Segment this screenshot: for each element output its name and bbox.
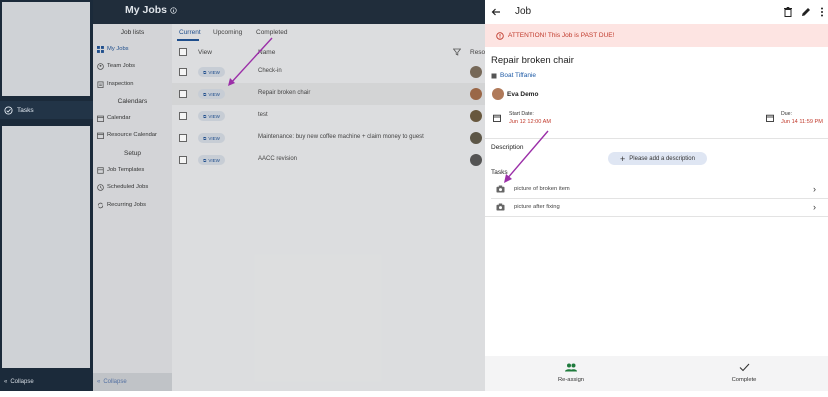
group-icon xyxy=(541,363,601,372)
tasks-label: Tasks xyxy=(491,169,508,176)
more-vertical-icon[interactable] xyxy=(820,7,824,17)
bottom-strip xyxy=(0,391,828,397)
alert-text: ATTENTION! This Job is PAST DUE! xyxy=(508,32,615,39)
add-description-button[interactable]: + Please add a description xyxy=(608,152,707,165)
building-icon xyxy=(491,73,497,79)
task-label: picture of broken item xyxy=(514,186,570,192)
back-arrow-icon[interactable] xyxy=(491,7,501,17)
chevron-right-icon: › xyxy=(813,184,816,194)
past-due-alert: ATTENTION! This Job is PAST DUE! xyxy=(485,24,828,47)
rail-placeholder-bottom xyxy=(2,126,90,368)
rail-placeholder-top xyxy=(2,2,90,96)
reassign-label: Re-assign xyxy=(557,377,585,383)
panel-title: Job xyxy=(515,6,532,17)
start-date-label: Start Date: xyxy=(509,111,534,117)
add-description-label: Please add a description xyxy=(629,155,695,162)
assignee-avatar xyxy=(492,88,504,100)
task-label: picture after fixing xyxy=(514,204,560,210)
due-date-label: Due: xyxy=(781,111,792,117)
camera-icon xyxy=(496,185,505,193)
trash-icon[interactable] xyxy=(784,7,792,17)
start-date-value[interactable]: Jun 12 12:00 AM xyxy=(509,119,551,125)
rail-collapse-label: Collapse xyxy=(10,379,34,385)
modal-scrim[interactable] xyxy=(93,0,485,397)
calendar-icon xyxy=(766,114,774,122)
rail-item-tasks[interactable]: Tasks xyxy=(0,101,93,119)
chevron-right-icon: › xyxy=(813,202,816,212)
camera-icon xyxy=(496,203,505,211)
job-title: Repair broken chair xyxy=(491,55,574,66)
task-item[interactable]: picture of broken item › xyxy=(485,181,828,198)
reassign-button[interactable]: Re-assign xyxy=(541,363,601,383)
assignee-name: Eva Demo xyxy=(507,91,539,98)
check-icon xyxy=(714,363,774,372)
location-link[interactable]: Boat Tiffanie xyxy=(500,72,536,79)
double-chevron-left-icon: « xyxy=(4,379,8,385)
divider xyxy=(485,138,828,139)
plus-icon: + xyxy=(620,153,626,164)
calendar-icon xyxy=(493,114,501,122)
pencil-icon[interactable] xyxy=(801,7,811,17)
alert-circle-icon xyxy=(496,31,504,40)
due-date-value[interactable]: Jun 14 11:59 PM xyxy=(781,119,823,125)
panel-action-bar xyxy=(485,356,828,391)
job-location[interactable]: Boat Tiffanie xyxy=(491,72,536,79)
rail-collapse-button[interactable]: « Collapse xyxy=(0,373,93,391)
complete-button[interactable]: Complete xyxy=(714,363,774,383)
rail-tasks-label: Tasks xyxy=(17,106,34,114)
complete-label: Complete xyxy=(731,377,757,383)
task-item[interactable]: picture after fixing › xyxy=(485,199,828,216)
divider xyxy=(485,216,828,217)
description-label: Description xyxy=(491,144,524,151)
check-circle-icon xyxy=(4,105,13,115)
